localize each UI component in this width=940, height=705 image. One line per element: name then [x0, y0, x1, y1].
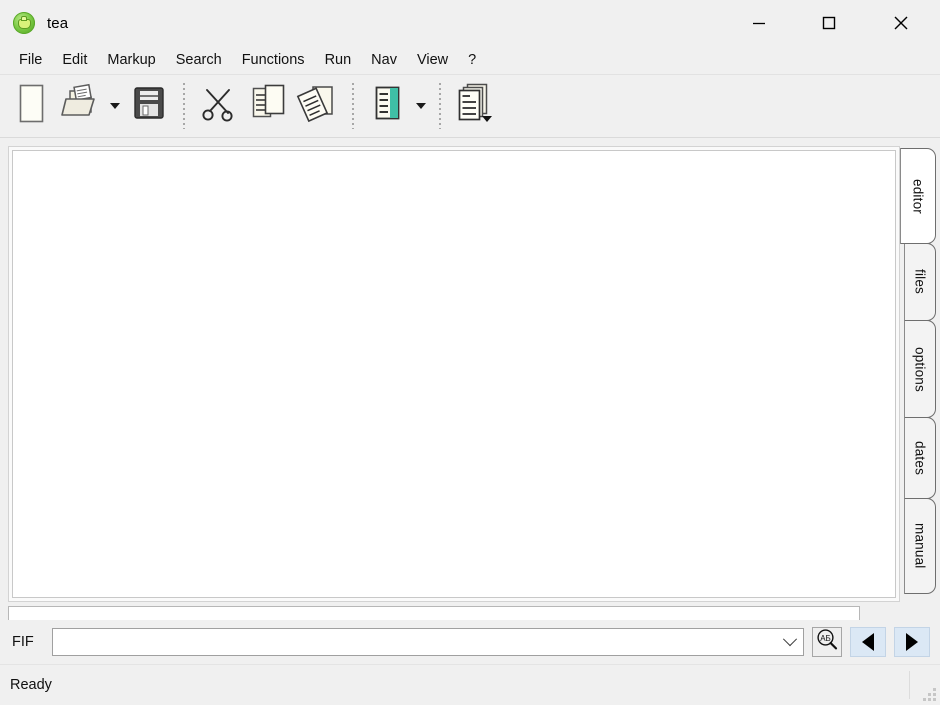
- chevron-down-icon: [110, 103, 120, 109]
- tab-label-files: files: [912, 269, 928, 295]
- sidebar-item-files[interactable]: files: [904, 243, 936, 321]
- save-document-button[interactable]: [124, 79, 174, 133]
- svg-text:АБ: АБ: [820, 634, 831, 643]
- editor-info-strip: ........................................…: [8, 606, 860, 620]
- status-message: Ready: [10, 677, 52, 693]
- teapot-icon: [13, 12, 35, 34]
- toolbar-separator: [435, 83, 444, 129]
- fif-dropdown-arrow[interactable]: [777, 629, 803, 655]
- menu-item-functions[interactable]: Functions: [232, 49, 315, 72]
- magnifier-letters-icon: АБ: [815, 628, 839, 657]
- menu-item-run[interactable]: Run: [315, 49, 362, 72]
- paste-button[interactable]: [293, 79, 343, 133]
- editor-pane: ........................................…: [8, 146, 900, 620]
- menu-item-markup[interactable]: Markup: [97, 49, 165, 72]
- highlight-dropdown-arrow[interactable]: [412, 80, 430, 132]
- window-title: tea: [47, 14, 69, 32]
- fif-search-input[interactable]: [52, 630, 777, 654]
- status-bar: Ready: [0, 664, 940, 705]
- copy-button[interactable]: [243, 79, 293, 133]
- close-icon[interactable]: [878, 0, 924, 46]
- document-stack-icon: [451, 81, 497, 132]
- text-editor[interactable]: [12, 150, 896, 598]
- side-tab-strip: editor files options dates manual: [900, 146, 940, 620]
- fif-next-button[interactable]: [894, 627, 930, 657]
- minimize-icon[interactable]: [736, 0, 782, 46]
- client-area: ........................................…: [0, 138, 940, 620]
- menu-item-help[interactable]: ?: [458, 49, 486, 72]
- toolbar-separator: [179, 83, 188, 129]
- blank-page-icon: [13, 82, 49, 131]
- sidebar-item-dates[interactable]: dates: [904, 417, 936, 499]
- documents-stack-button[interactable]: [449, 79, 499, 133]
- tab-label-options: options: [912, 346, 928, 392]
- menu-item-view[interactable]: View: [407, 49, 458, 72]
- menu-item-edit[interactable]: Edit: [52, 49, 97, 72]
- fif-label: FIF: [12, 634, 34, 650]
- editor-frame: [8, 146, 900, 602]
- arrow-right-icon: [906, 633, 918, 651]
- editor-info-strip-text: ........................................…: [13, 609, 471, 620]
- sidebar-item-options[interactable]: options: [904, 320, 936, 418]
- chevron-down-icon: [416, 103, 426, 109]
- menu-bar: File Edit Markup Search Functions Run Na…: [0, 46, 940, 75]
- resize-grip[interactable]: [922, 687, 936, 701]
- open-folder-icon: [58, 82, 104, 131]
- paste-pages-icon: [296, 82, 340, 131]
- open-dropdown-arrow[interactable]: [106, 80, 124, 132]
- find-in-files-bar: FIF АБ: [0, 620, 940, 664]
- new-document-button[interactable]: [6, 79, 56, 133]
- fif-combobox[interactable]: [51, 628, 804, 656]
- maximize-icon[interactable]: [806, 0, 852, 46]
- menu-item-file[interactable]: File: [9, 49, 52, 72]
- sidebar-item-editor[interactable]: editor: [900, 148, 936, 244]
- toolbar: [0, 75, 940, 138]
- arrow-left-icon: [862, 633, 874, 651]
- tab-label-dates: dates: [912, 440, 928, 476]
- highlight-button[interactable]: [362, 79, 412, 133]
- fif-previous-button[interactable]: [850, 627, 886, 657]
- editor-content: [13, 151, 895, 157]
- status-separator: [909, 671, 910, 699]
- sidebar-item-manual[interactable]: manual: [904, 498, 936, 594]
- open-document-button[interactable]: [56, 79, 106, 133]
- floppy-disk-icon: [128, 82, 170, 131]
- tab-label-editor: editor: [910, 178, 926, 214]
- scissors-icon: [197, 82, 239, 131]
- menu-item-nav[interactable]: Nav: [361, 49, 407, 72]
- tab-label-manual: manual: [912, 523, 928, 569]
- copy-pages-icon: [247, 82, 289, 131]
- title-bar: tea: [0, 0, 940, 46]
- fif-search-button[interactable]: АБ: [812, 627, 842, 657]
- window-controls: [736, 0, 940, 46]
- highlight-document-icon: [368, 82, 406, 131]
- chevron-down-icon: [782, 632, 798, 647]
- cut-button[interactable]: [193, 79, 243, 133]
- menu-item-search[interactable]: Search: [166, 49, 232, 72]
- toolbar-separator: [348, 83, 357, 129]
- application-window: tea File Edit Markup Search Functions Ru…: [0, 0, 940, 705]
